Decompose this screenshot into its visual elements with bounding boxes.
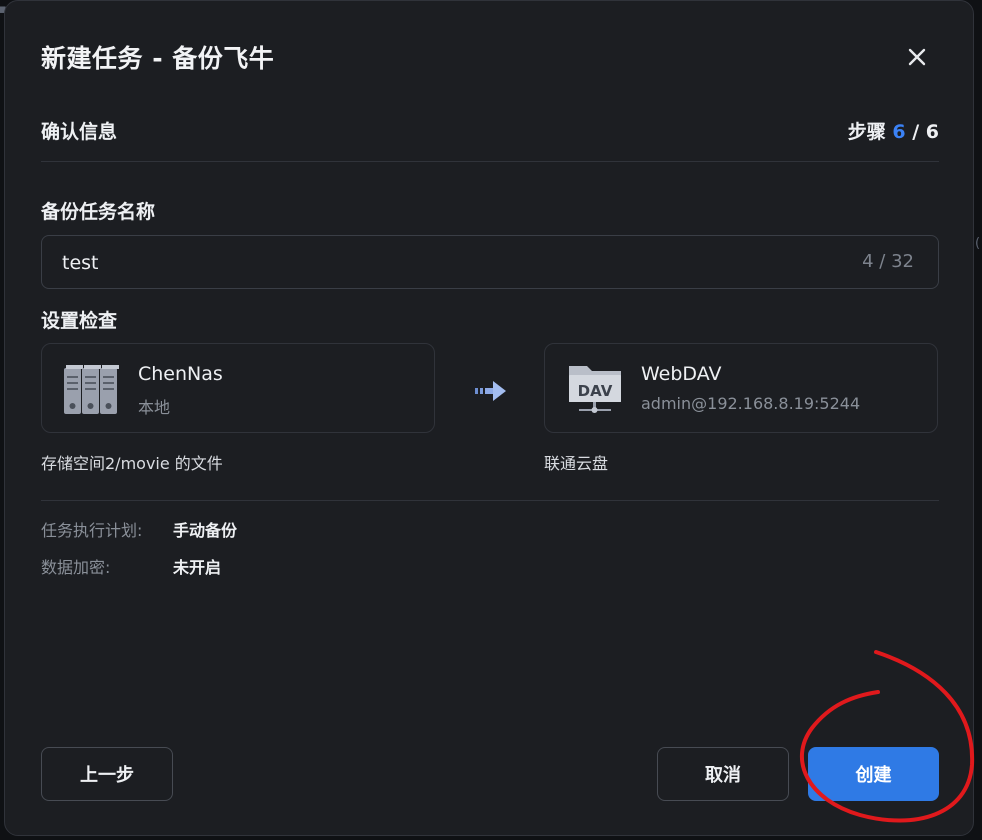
backup-task-dialog: 新建任务 - 备份飞牛 确认信息 步骤 6 / 6 备份任务名称 4 / 32 … bbox=[4, 0, 974, 836]
previous-step-button[interactable]: 上一步 bbox=[41, 747, 173, 801]
source-caption: 存储空间2/movie 的文件 bbox=[41, 454, 223, 473]
destination-sub: admin@192.168.8.19:5244 bbox=[641, 394, 861, 413]
step-total: 6 bbox=[925, 121, 939, 143]
destination-name: WebDAV bbox=[641, 363, 722, 385]
close-icon bbox=[908, 48, 926, 66]
header-divider bbox=[41, 161, 939, 162]
task-name-field[interactable]: 4 / 32 bbox=[41, 235, 939, 290]
arrow-right-icon bbox=[475, 381, 506, 401]
destination-card: DAV WebDAV admin@192.168.8.19:5244 bbox=[544, 343, 938, 433]
source-name: ChenNas bbox=[138, 363, 223, 385]
destination-caption: 联通云盘 bbox=[544, 454, 609, 473]
source-sub: 本地 bbox=[138, 398, 171, 417]
settings-check-label: 设置检查 bbox=[41, 310, 118, 332]
step-label: 步骤 bbox=[847, 121, 886, 143]
cancel-button[interactable]: 取消 bbox=[657, 747, 789, 801]
schedule-key: 任务执行计划: bbox=[41, 521, 143, 540]
close-button[interactable] bbox=[901, 41, 933, 73]
step-indicator: 步骤 6 / 6 bbox=[848, 117, 939, 144]
dav-folder-icon: DAV bbox=[569, 366, 621, 413]
edge-glyph-right: ( bbox=[975, 236, 981, 251]
section-title: 确认信息 bbox=[41, 121, 118, 143]
dialog-title: 新建任务 - 备份飞牛 bbox=[41, 44, 275, 73]
create-button[interactable]: 创建 bbox=[808, 747, 939, 801]
step-separator: / bbox=[905, 121, 926, 143]
server-rack-icon bbox=[64, 365, 119, 414]
encryption-key: 数据加密: bbox=[41, 558, 111, 577]
details-divider bbox=[41, 500, 939, 501]
char-counter: 4 / 32 bbox=[862, 251, 914, 272]
task-name-label: 备份任务名称 bbox=[41, 201, 156, 223]
task-name-input[interactable] bbox=[60, 236, 824, 290]
schedule-value: 手动备份 bbox=[173, 521, 238, 540]
dav-icon-text: DAV bbox=[578, 382, 613, 400]
step-current: 6 bbox=[892, 121, 906, 143]
source-card: ChenNas 本地 bbox=[41, 343, 435, 433]
encryption-value: 未开启 bbox=[173, 558, 222, 577]
